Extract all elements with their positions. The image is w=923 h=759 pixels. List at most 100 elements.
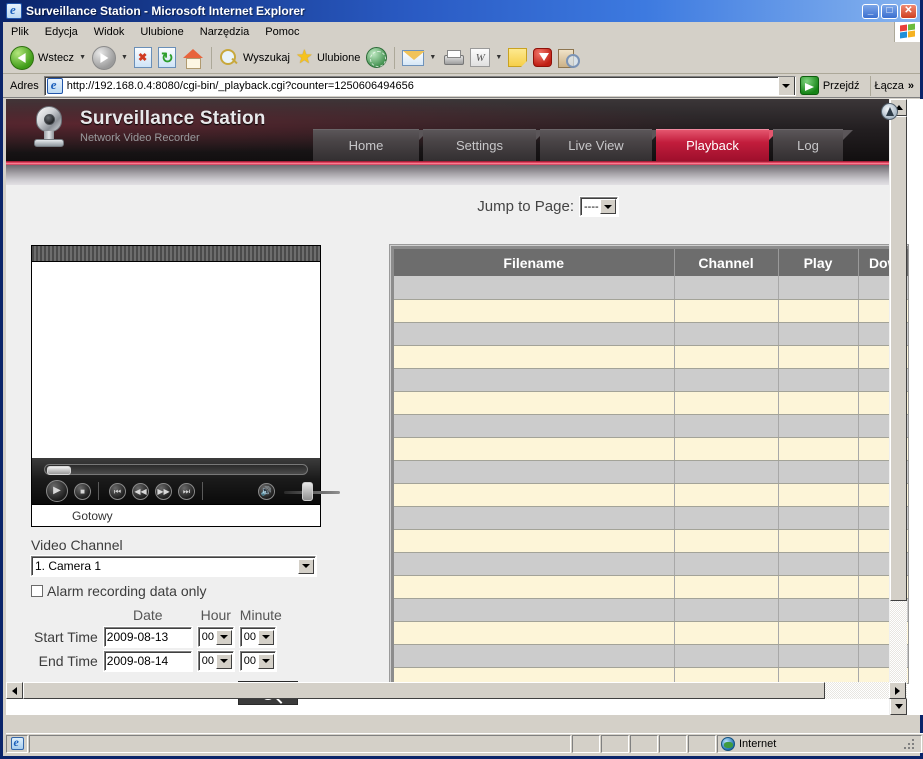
menu-item-widok[interactable]: Widok bbox=[86, 24, 133, 40]
chevron-down-icon-start-min[interactable] bbox=[257, 629, 274, 645]
back-button[interactable]: Wstecz ▼ bbox=[7, 44, 89, 72]
table-row[interactable] bbox=[394, 322, 908, 346]
url-dropdown-button[interactable] bbox=[777, 76, 795, 95]
table-row[interactable] bbox=[394, 529, 908, 553]
seek-slider[interactable] bbox=[44, 464, 308, 475]
mute-button[interactable]: 🔊 bbox=[258, 483, 275, 500]
end-date-input[interactable]: 2009-08-14 bbox=[103, 651, 192, 671]
scroll-down-button[interactable] bbox=[890, 698, 907, 715]
table-row[interactable] bbox=[394, 414, 908, 438]
chevron-down-icon-end-hour[interactable] bbox=[215, 653, 232, 669]
page-horizontal-scrollbar[interactable] bbox=[6, 682, 906, 699]
stop-button[interactable] bbox=[131, 44, 155, 72]
maximize-button[interactable]: □ bbox=[881, 3, 898, 19]
mail-button[interactable]: ▼ bbox=[399, 44, 439, 72]
tab-settings[interactable]: Settings bbox=[423, 129, 546, 161]
chevron-down-icon-start-hour[interactable] bbox=[215, 629, 232, 645]
edit-word-button[interactable]: W ▼ bbox=[467, 44, 505, 72]
tab-home[interactable]: Home bbox=[313, 129, 429, 161]
research-button[interactable] bbox=[555, 44, 583, 72]
seek-thumb[interactable] bbox=[47, 466, 71, 475]
table-row[interactable] bbox=[394, 552, 908, 576]
chevron-down-icon-mail[interactable]: ▼ bbox=[429, 54, 436, 61]
chevron-right-icon[interactable]: » bbox=[908, 80, 914, 92]
play-button[interactable]: ▶ bbox=[46, 480, 68, 502]
table-row[interactable] bbox=[394, 598, 908, 622]
video-display[interactable] bbox=[32, 262, 320, 458]
menu-item-edycja[interactable]: Edycja bbox=[37, 24, 86, 40]
table-row[interactable] bbox=[394, 644, 908, 668]
chevron-down-icon-channel[interactable] bbox=[298, 558, 314, 574]
print-button[interactable] bbox=[439, 44, 467, 72]
next-button[interactable]: ⏭ bbox=[178, 483, 195, 500]
close-button[interactable]: ✕ bbox=[900, 3, 917, 19]
table-cell bbox=[674, 276, 779, 300]
column-header-play[interactable]: Play bbox=[778, 249, 859, 276]
table-row[interactable] bbox=[394, 460, 908, 484]
table-row[interactable] bbox=[394, 368, 908, 392]
video-channel-select[interactable]: 1. Camera 1 bbox=[31, 556, 316, 576]
chevron-down-icon-forward[interactable]: ▼ bbox=[121, 54, 128, 61]
notes-button[interactable] bbox=[505, 44, 530, 72]
previous-button[interactable]: ⏮ bbox=[109, 483, 126, 500]
menu-item-ulubione[interactable]: Ulubione bbox=[132, 24, 191, 40]
scroll-right-button[interactable] bbox=[889, 682, 906, 699]
home-button[interactable] bbox=[179, 44, 207, 72]
download-button[interactable] bbox=[530, 44, 555, 72]
jump-to-page-select[interactable]: ---- bbox=[580, 197, 618, 216]
menu-item-plik[interactable]: Plik bbox=[3, 24, 37, 40]
resize-grip[interactable] bbox=[902, 737, 916, 751]
url-input[interactable]: http://192.168.0.4:8080/cgi-bin/_playbac… bbox=[43, 75, 796, 96]
tab-playback[interactable]: Playback bbox=[656, 129, 779, 161]
end-hour-select[interactable]: 00 bbox=[197, 651, 234, 671]
status-pane-1 bbox=[572, 734, 600, 753]
stop-button-player[interactable]: ■ bbox=[74, 483, 91, 500]
table-row[interactable] bbox=[394, 276, 908, 300]
start-minute-select[interactable]: 00 bbox=[239, 627, 276, 647]
start-hour-select[interactable]: 00 bbox=[197, 627, 234, 647]
alarm-only-row[interactable]: Alarm recording data only bbox=[31, 583, 321, 599]
refresh-button[interactable] bbox=[155, 44, 179, 72]
fast-forward-button[interactable]: ▶▶ bbox=[155, 483, 172, 500]
rewind-button[interactable]: ◀◀ bbox=[132, 483, 149, 500]
volume-thumb[interactable] bbox=[302, 482, 313, 501]
chevron-down-icon-jump[interactable] bbox=[600, 199, 616, 214]
tab-live-view[interactable]: Live View bbox=[540, 129, 662, 161]
table-cell bbox=[394, 345, 675, 369]
history-button[interactable] bbox=[363, 44, 390, 72]
table-cell bbox=[394, 414, 675, 438]
security-zone-pane[interactable]: Internet bbox=[717, 734, 922, 753]
table-row[interactable] bbox=[394, 621, 908, 645]
table-row[interactable] bbox=[394, 483, 908, 507]
table-row[interactable] bbox=[394, 391, 908, 415]
search-button[interactable]: Wyszukaj bbox=[216, 44, 293, 72]
end-minute-select[interactable]: 00 bbox=[239, 651, 276, 671]
vertical-scroll-thumb[interactable] bbox=[890, 116, 907, 601]
column-header-filename[interactable]: Filename bbox=[394, 249, 675, 276]
status-bar: Internet bbox=[6, 733, 923, 753]
favorites-button[interactable]: ★ Ulubione bbox=[293, 44, 363, 72]
chevron-down-icon-end-min[interactable] bbox=[257, 653, 274, 669]
word-icon: W bbox=[470, 48, 491, 67]
page-vertical-scrollbar[interactable] bbox=[889, 99, 907, 715]
menu-item-narzedzia[interactable]: Narzędzia bbox=[192, 24, 258, 40]
table-row[interactable] bbox=[394, 506, 908, 530]
start-date-input[interactable]: 2009-08-13 bbox=[103, 627, 192, 647]
go-button[interactable]: Przejdź bbox=[796, 76, 866, 95]
minimize-button[interactable]: _ bbox=[862, 3, 879, 19]
chevron-down-icon-word[interactable]: ▼ bbox=[495, 54, 502, 61]
forward-button[interactable]: ▼ bbox=[89, 44, 131, 72]
alarm-only-checkbox[interactable] bbox=[31, 585, 43, 597]
table-row[interactable] bbox=[394, 299, 908, 323]
scroll-left-button[interactable] bbox=[6, 682, 23, 699]
tab-log[interactable]: Log bbox=[773, 129, 853, 161]
horizontal-scroll-thumb[interactable] bbox=[23, 682, 825, 699]
menu-item-pomoc[interactable]: Pomoc bbox=[257, 24, 307, 40]
column-header-channel[interactable]: Channel bbox=[674, 249, 779, 276]
table-row[interactable] bbox=[394, 575, 908, 599]
page-viewport: Surveillance Station Network Video Recor… bbox=[6, 99, 923, 715]
table-row[interactable] bbox=[394, 437, 908, 461]
chevron-down-icon[interactable]: ▼ bbox=[79, 54, 86, 61]
table-row[interactable] bbox=[394, 345, 908, 369]
links-button[interactable]: Łącza » bbox=[875, 80, 918, 92]
